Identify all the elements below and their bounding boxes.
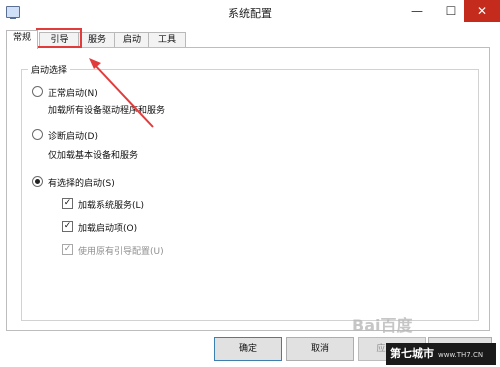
site-watermark: 第七城市 www.TH7.CN — [386, 343, 496, 365]
annotation-arrow — [89, 58, 154, 128]
baidu-watermark: Bai百度 — [352, 316, 413, 335]
site-watermark-name: 第七城市 — [390, 347, 434, 360]
tab-general[interactable]: 常规 — [6, 30, 38, 49]
site-watermark-url: www.TH7.CN — [438, 351, 484, 359]
